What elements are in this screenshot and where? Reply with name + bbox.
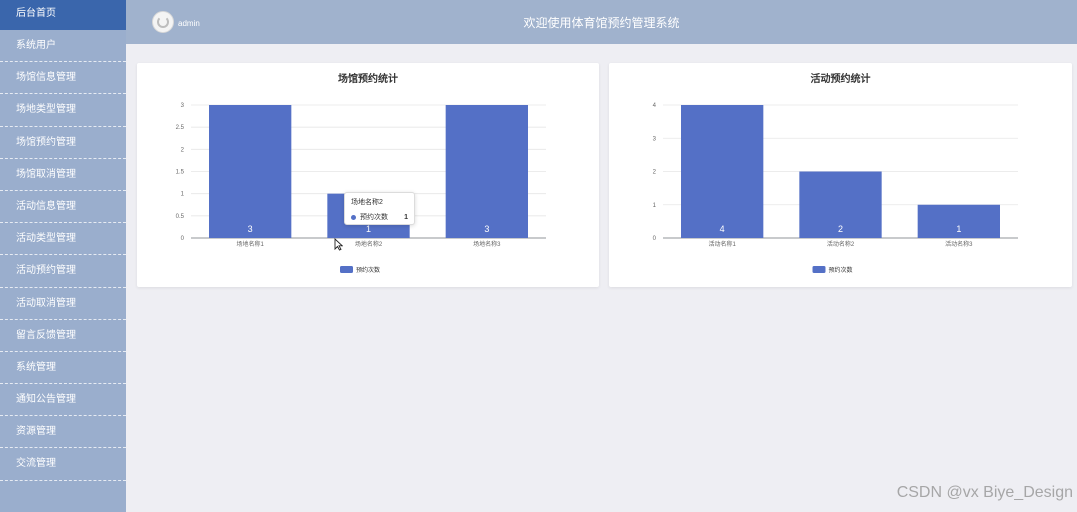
activity-chart-card: 活动预约统计 0 1 2 3 4 4 活动名称1 2 活动名称2 1 活动名称3 预约次数 (609, 63, 1072, 287)
sidebar-item-venue-booking[interactable]: 场馆预约管理 (0, 127, 126, 159)
tooltip-series-name: 预约次数 (360, 214, 388, 221)
y-tick-label: 0 (653, 236, 657, 242)
bar-value-label: 1 (366, 224, 371, 234)
bar (445, 105, 528, 238)
sidebar-item-activity-cancel[interactable]: 活动取消管理 (0, 288, 126, 320)
sidebar-item-system-users[interactable]: 系统用户 (0, 30, 126, 63)
mouse-cursor-icon (334, 238, 343, 251)
x-tick-label: 活动名称3 (945, 240, 973, 248)
sidebar-item-activity-booking[interactable]: 活动预约管理 (0, 255, 126, 288)
chart-title: 场馆预约统计 (338, 72, 398, 85)
sidebar-item-home[interactable]: 后台首页 (0, 0, 126, 30)
y-tick-label: 4 (653, 103, 657, 109)
venue-booking-chart: 场馆预约统计 0 0.5 1 1.5 2 2.5 3 3 场地名称1 1 场地名称2 3 场地名称3 预约次… (176, 72, 546, 274)
y-tick-label: 2 (181, 147, 185, 153)
sidebar-item-resources[interactable]: 资源管理 (0, 416, 126, 449)
y-tick-label: 1 (181, 192, 185, 198)
tooltip-value: 1 (404, 213, 408, 221)
sidebar-item-feedback[interactable]: 留言反馈管理 (0, 320, 126, 352)
chart-tooltip: 场地名称2 预约次数 1 (344, 192, 415, 225)
legend-label: 预约次数 (829, 266, 853, 274)
y-tick-label: 1 (653, 203, 657, 209)
venue-chart-card: 场馆预约统计 0 0.5 1 1.5 2 2.5 3 3 场地名称1 1 场地名称2 3 场地名称3 预约次… (137, 63, 599, 287)
activity-booking-chart: 活动预约统计 0 1 2 3 4 4 活动名称1 2 活动名称2 1 活动名称3 预约次数 (653, 72, 1018, 274)
sidebar-item-system-settings[interactable]: 系统管理 (0, 352, 126, 385)
sidebar-item-activity-info[interactable]: 活动信息管理 (0, 191, 126, 224)
legend-swatch (340, 266, 353, 273)
x-tick-label: 场地名称2 (355, 240, 383, 248)
bar-value-label: 2 (838, 224, 843, 234)
watermark: CSDN @vx Biye_Design (896, 484, 1073, 501)
tooltip-series-dot (351, 214, 356, 220)
sidebar-item-venue-cancel[interactable]: 场馆取消管理 (0, 159, 126, 191)
y-tick-label: 0.5 (176, 214, 185, 220)
sidebar: 后台首页 系统用户 场馆信息管理 场地类型管理 场馆预约管理 场馆取消管理 活动… (0, 0, 126, 512)
bar (209, 105, 292, 238)
page-title: 欢迎使用体育馆预约管理系统 (523, 16, 680, 30)
legend-swatch (812, 266, 826, 273)
bar-value-label: 1 (956, 224, 961, 234)
y-tick-label: 0 (181, 236, 185, 242)
bar-value-label: 3 (248, 224, 253, 234)
y-tick-label: 1.5 (176, 170, 185, 176)
legend-label: 预约次数 (356, 266, 380, 274)
sidebar-item-forum[interactable]: 交流管理 (0, 448, 126, 481)
x-tick-label: 场地名称1 (236, 240, 264, 248)
tooltip-title: 场地名称2 (351, 199, 383, 206)
bar (681, 105, 764, 238)
x-tick-label: 活动名称2 (827, 240, 855, 248)
top-bar: admin 欢迎使用体育馆预约管理系统 (126, 0, 1077, 44)
bar-value-label: 4 (720, 224, 725, 234)
sidebar-item-venue-info[interactable]: 场馆信息管理 (0, 62, 126, 95)
sidebar-item-court-type[interactable]: 场地类型管理 (0, 94, 126, 127)
bar-value-label: 3 (484, 224, 489, 234)
sidebar-item-notices[interactable]: 通知公告管理 (0, 384, 126, 417)
sidebar-item-activity-type[interactable]: 活动类型管理 (0, 223, 126, 256)
y-tick-label: 3 (653, 136, 657, 142)
y-tick-label: 2.5 (176, 125, 185, 131)
x-tick-label: 活动名称1 (708, 240, 736, 248)
y-tick-label: 2 (653, 170, 657, 176)
chart-title: 活动预约统计 (811, 72, 871, 85)
x-tick-label: 场地名称3 (473, 240, 501, 248)
y-tick-label: 3 (181, 103, 185, 109)
